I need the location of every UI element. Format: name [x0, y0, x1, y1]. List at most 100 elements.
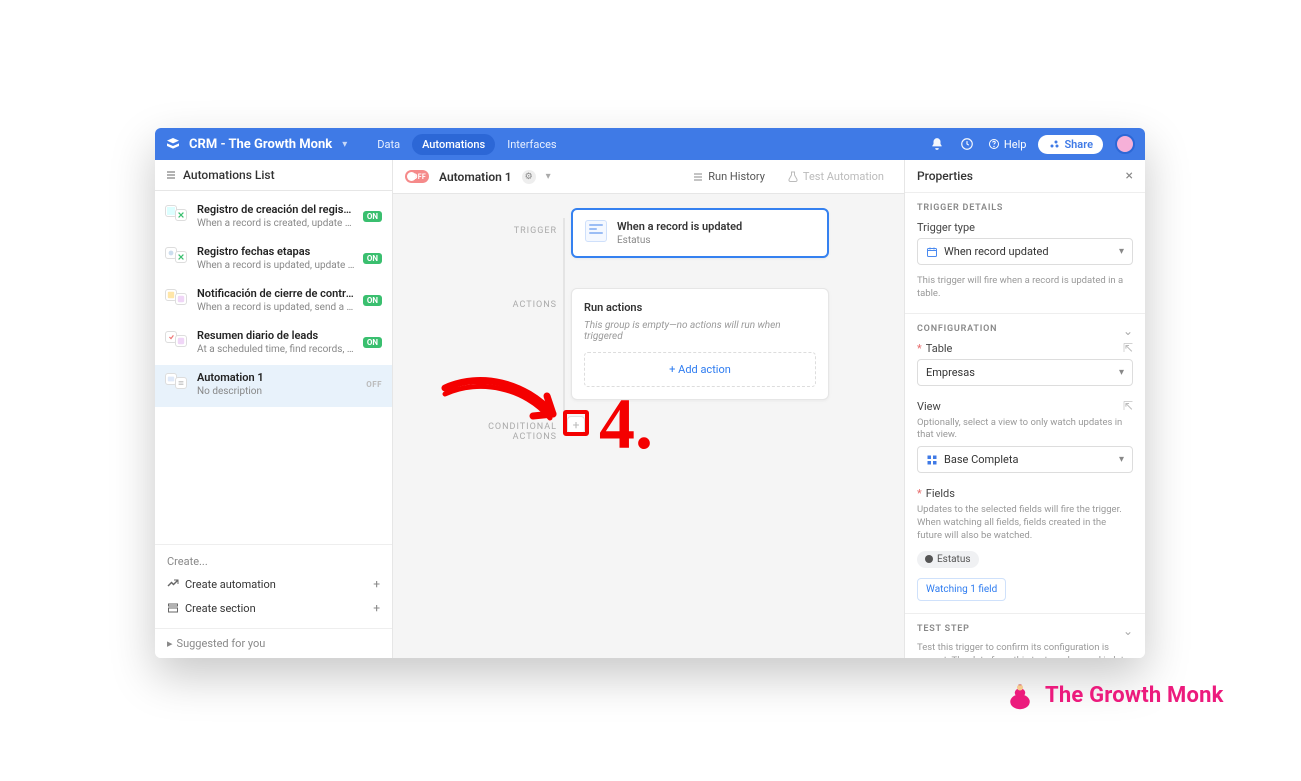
watching-fields-pill[interactable]: Watching 1 field: [917, 578, 1006, 601]
canvas[interactable]: TRIGGER ACTIONS CONDITIONAL ACTIONS When…: [393, 194, 904, 658]
help-label: Help: [1004, 138, 1027, 151]
add-action-button[interactable]: + Add action: [584, 352, 816, 387]
automation-desc: When a record is updated, update a recor…: [197, 260, 355, 271]
test-automation-label: Test Automation: [803, 170, 884, 183]
app-title[interactable]: CRM - The Growth Monk: [189, 137, 332, 152]
status-badge-on: ON: [363, 337, 382, 348]
trigger-card[interactable]: When a record is updated Estatus: [571, 208, 829, 258]
nav-tab-automations[interactable]: Automations: [412, 134, 495, 155]
sidebar-header[interactable]: Automations List: [155, 160, 392, 191]
run-history-label: Run History: [708, 170, 765, 183]
test-automation-button[interactable]: Test Automation: [779, 166, 892, 187]
automation-name[interactable]: Automation 1: [439, 170, 512, 184]
share-button[interactable]: Share: [1038, 135, 1103, 154]
status-badge-off: OFF: [366, 380, 382, 389]
top-bar: CRM - The Growth Monk ▾ Data Automations…: [155, 128, 1145, 160]
hamburger-icon: [165, 169, 177, 181]
automation-item-3[interactable]: Resumen diario de leadsAt a scheduled ti…: [155, 323, 392, 365]
gear-icon[interactable]: ⚙: [522, 170, 536, 184]
test-step-section: Test Step ⌄ Test this trigger to confirm…: [905, 614, 1145, 658]
status-badge-on: ON: [363, 211, 382, 222]
expand-icon[interactable]: ⇱: [1123, 341, 1133, 355]
canvas-header: OFF Automation 1 ⚙ ▾ Run History Test Au…: [393, 160, 904, 194]
collapse-section-icon[interactable]: ⌄: [1123, 624, 1133, 638]
bell-icon[interactable]: [928, 135, 946, 153]
automation-title: Automation 1: [197, 371, 358, 384]
chevron-down-icon[interactable]: ▾: [342, 139, 347, 150]
status-badge-on: ON: [363, 295, 382, 306]
chevron-down-icon[interactable]: ▾: [546, 171, 551, 182]
automations-list: Registro de creación del registro When a …: [155, 191, 392, 544]
configuration-heading: Configuration: [917, 324, 1133, 334]
automation-icon: [167, 578, 179, 590]
automation-item-0[interactable]: Registro de creación del registro When a …: [155, 197, 392, 239]
fields-label: *Fields: [917, 487, 1133, 500]
plus-icon: +: [373, 577, 380, 591]
flask-icon: [787, 171, 799, 183]
automation-item-2[interactable]: Notificación de cierre de contratoWhen a…: [155, 281, 392, 323]
automation-item-4-selected[interactable]: Automation 1 No description OFF: [155, 365, 392, 407]
trigger-type-help: This trigger will fire when a record is …: [917, 275, 1133, 301]
monk-logo-icon: [1005, 680, 1035, 710]
table-select[interactable]: Empresas ▾: [917, 359, 1133, 386]
user-avatar[interactable]: [1115, 134, 1135, 154]
suggested-for-you[interactable]: ▸ Suggested for you: [155, 628, 392, 658]
sidebar: Automations List Registro de creación de…: [155, 160, 393, 658]
fields-hint: Updates to the selected fields will fire…: [917, 504, 1133, 542]
automation-desc: When a record is created, update a recor…: [197, 218, 355, 229]
airtable-logo-icon: [165, 136, 181, 152]
section-icon: [167, 602, 179, 614]
run-actions-title: Run actions: [584, 301, 816, 314]
run-history-button[interactable]: Run History: [684, 166, 773, 187]
view-label: View⇱: [917, 400, 1133, 413]
annotation-highlight-box: [563, 410, 589, 436]
chevron-right-icon: ▸: [167, 637, 173, 650]
close-panel-button[interactable]: ×: [1126, 168, 1133, 184]
nav-tabs: Data Automations Interfaces: [367, 134, 566, 155]
connector-line: [563, 218, 565, 418]
collapse-section-icon[interactable]: ⌄: [1123, 324, 1133, 338]
nav-tab-data[interactable]: Data: [367, 134, 410, 155]
expand-icon[interactable]: ⇱: [1123, 399, 1133, 413]
create-automation-label: Create automation: [185, 578, 276, 591]
automation-item-icons: [165, 245, 189, 265]
app-body: Automations List Registro de creación de…: [155, 160, 1145, 658]
properties-title: Properties: [917, 169, 973, 183]
table-select-value: Empresas: [926, 366, 975, 379]
plus-icon: +: [373, 601, 380, 615]
table-label: *Table⇱: [917, 342, 1133, 355]
annotation-number: 4.: [599, 388, 653, 460]
section-label-actions: ACTIONS: [497, 300, 557, 310]
automation-item-1[interactable]: Registro fechas etapasWhen a record is u…: [155, 239, 392, 281]
automation-toggle-off[interactable]: OFF: [405, 170, 429, 183]
view-select[interactable]: Base Completa ▾: [917, 446, 1133, 473]
create-label: Create...: [167, 553, 380, 572]
share-label: Share: [1064, 138, 1093, 151]
automation-title: Notificación de cierre de contrato: [197, 287, 355, 300]
view-select-value: Base Completa: [944, 453, 1018, 466]
brand-text: The Growth Monk: [1045, 683, 1224, 708]
run-actions-desc: This group is empty—no actions will run …: [584, 320, 816, 342]
trigger-details-section: Trigger Details Trigger type When record…: [905, 193, 1145, 314]
status-badge-on: ON: [363, 253, 382, 264]
canvas-area: OFF Automation 1 ⚙ ▾ Run History Test Au…: [393, 160, 905, 658]
automation-desc: At a scheduled time, find records, and 1…: [197, 344, 355, 355]
nav-tab-interfaces[interactable]: Interfaces: [497, 134, 566, 155]
history-icon[interactable]: [958, 135, 976, 153]
automation-desc: No description: [197, 386, 358, 397]
trigger-subtitle: Estatus: [617, 235, 742, 246]
chevron-down-icon: ▾: [1119, 246, 1124, 257]
help-link[interactable]: Help: [988, 138, 1027, 151]
trigger-type-select[interactable]: When record updated ▾: [917, 238, 1133, 265]
test-step-hint: Test this trigger to confirm its configu…: [917, 642, 1133, 658]
grid-view-icon: [926, 454, 938, 466]
calendar-icon: [926, 246, 938, 258]
trigger-type-label: Trigger type: [917, 221, 1133, 234]
section-label-trigger: TRIGGER: [497, 226, 557, 236]
sidebar-create: Create... Create automation + Create sec…: [155, 544, 392, 628]
create-section-button[interactable]: Create section +: [167, 596, 380, 620]
field-chip-estatus[interactable]: Estatus: [917, 551, 979, 568]
automation-title: Registro de creación del registro: [197, 203, 355, 216]
create-automation-button[interactable]: Create automation +: [167, 572, 380, 596]
automation-item-icons: [165, 371, 189, 391]
